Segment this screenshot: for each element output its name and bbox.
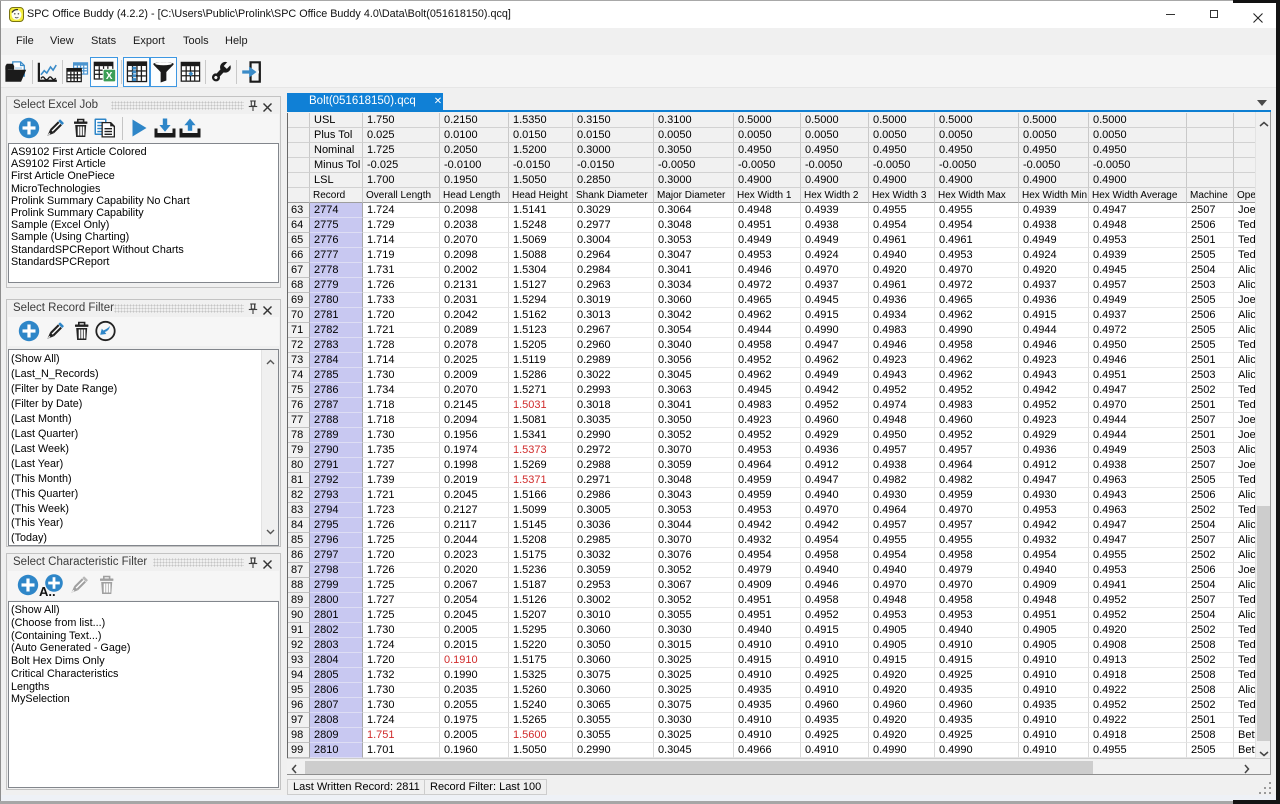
svg-text:X: X (106, 71, 113, 82)
